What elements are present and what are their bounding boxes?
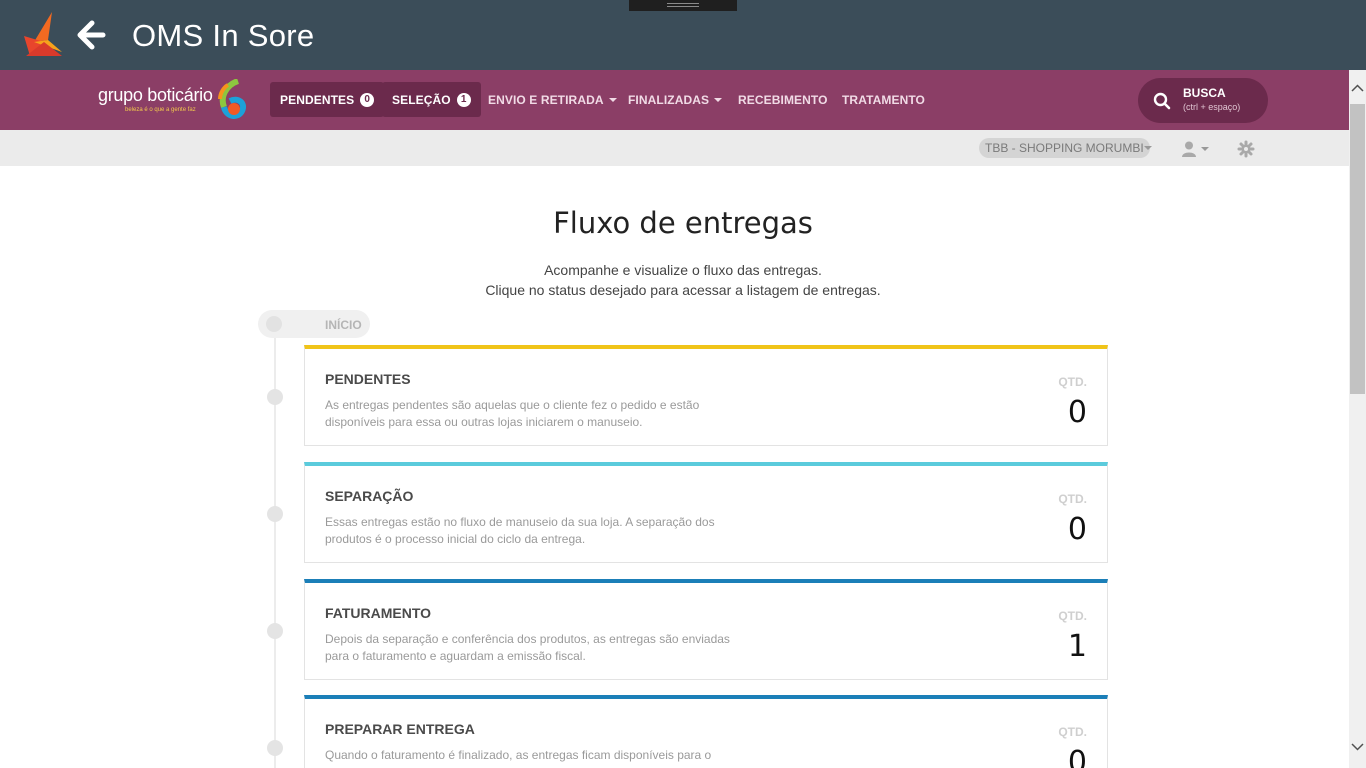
vertical-scrollbar[interactable] (1349, 70, 1366, 768)
timeline-dot (267, 623, 283, 639)
card-title: PENDENTES (325, 371, 411, 387)
nav-label-envio-retirada: ENVIO E RETIRADA (488, 92, 604, 107)
nav-label-finalizadas: FINALIZADAS (628, 92, 710, 107)
card-title: PREPARAR ENTREGA (325, 721, 475, 737)
card-description: Essas entregas estão no fluxo de manusei… (325, 515, 715, 546)
scroll-up-arrow-icon[interactable] (1349, 80, 1366, 97)
search-button[interactable]: BUSCA (ctrl + espaço) (1138, 78, 1268, 123)
nav-menu-envio-retirada[interactable]: ENVIO E RETIRADA (488, 82, 617, 117)
nav-label-pendentes: PENDENTES (280, 92, 355, 107)
timeline-start-label: INÍCIO (325, 318, 362, 332)
card-title: SEPARAÇÃO (325, 488, 414, 504)
status-card-faturamento[interactable]: FATURAMENTO Depois da separação e confer… (304, 579, 1108, 680)
page-title: Fluxo de entregas (553, 206, 813, 240)
brand-tagline: beleza é o que a gente faz (125, 107, 196, 113)
nav-tab-selecao[interactable]: SELEÇÃO 1 (382, 82, 481, 117)
app-logo-icon (24, 12, 62, 56)
timeline-dot (267, 506, 283, 522)
card-description: As entregas pendentes são aquelas que o … (325, 398, 700, 429)
status-card-separacao[interactable]: SEPARAÇÃO Essas entregas estão no fluxo … (304, 462, 1108, 563)
card-count: 0 (1067, 395, 1087, 430)
scrollbar-thumb[interactable] (1350, 104, 1365, 394)
nav-label-recebimento: RECEBIMENTO (738, 92, 828, 107)
app-title: OMS In Sore (132, 18, 315, 53)
nav-tab-recebimento[interactable]: RECEBIMENTO (738, 82, 828, 117)
search-label: BUSCA (1183, 86, 1226, 100)
user-icon[interactable] (1180, 140, 1198, 158)
search-shortcut-hint: (ctrl + espaço) (1183, 102, 1241, 112)
chevron-down-icon (608, 97, 617, 102)
back-arrow-icon[interactable] (76, 20, 106, 50)
status-card-preparar-entrega[interactable]: PREPARAR ENTREGA Quando o faturamento é … (304, 695, 1108, 768)
gear-icon[interactable] (1237, 140, 1255, 158)
timeline-start-marker: INÍCIO (258, 310, 370, 338)
card-count: 0 (1067, 745, 1087, 768)
card-count: 0 (1067, 512, 1087, 547)
timeline-start-dot (266, 316, 282, 332)
timeline-dot (267, 389, 283, 405)
chevron-down-icon[interactable] (1201, 147, 1209, 151)
scroll-down-arrow-icon[interactable] (1349, 738, 1366, 755)
card-qty-label: QTD. (1058, 492, 1087, 506)
card-title: FATURAMENTO (325, 605, 432, 621)
store-toolbar: TBB - SHOPPING MORUMBI (0, 130, 1349, 166)
timeline-dot (267, 740, 283, 756)
main-navbar: grupo boticário beleza é o que a gente f… (0, 70, 1349, 130)
card-count: 1 (1067, 629, 1087, 664)
card-qty-label: QTD. (1058, 725, 1087, 739)
window-drag-handle[interactable] (629, 0, 737, 11)
card-qty-label: QTD. (1058, 375, 1087, 389)
nav-badge-pendentes: 0 (360, 92, 375, 107)
nav-tab-tratamento[interactable]: TRATAMENTO (842, 82, 925, 117)
card-description: Depois da separação e conferência dos pr… (325, 632, 730, 663)
search-icon (1153, 92, 1171, 110)
nav-tab-pendentes[interactable]: PENDENTES 0 (270, 82, 385, 117)
nav-menu-finalizadas[interactable]: FINALIZADAS (628, 82, 723, 117)
chevron-down-icon[interactable] (1144, 146, 1152, 150)
brand-logo[interactable]: grupo boticário beleza é o que a gente f… (98, 78, 250, 122)
brand-name: grupo boticário (98, 85, 213, 105)
intro-text-line-1: Acompanhe e visualize o fluxo das entreg… (544, 262, 822, 278)
status-card-pendentes[interactable]: PENDENTES As entregas pendentes são aque… (304, 345, 1108, 446)
app-bar: OMS In Sore (0, 0, 1366, 70)
card-qty-label: QTD. (1058, 609, 1087, 623)
store-selector[interactable]: TBB - SHOPPING MORUMBI (979, 138, 1150, 158)
chevron-down-icon (714, 97, 723, 102)
nav-badge-selecao: 1 (456, 92, 471, 107)
card-description: Quando o faturamento é finalizado, as en… (325, 748, 712, 762)
nav-label-selecao: SELEÇÃO (392, 92, 451, 107)
nav-label-tratamento: TRATAMENTO (842, 92, 925, 107)
brand-mark-icon (218, 79, 246, 119)
intro-text-line-2: Clique no status desejado para acessar a… (485, 282, 881, 298)
